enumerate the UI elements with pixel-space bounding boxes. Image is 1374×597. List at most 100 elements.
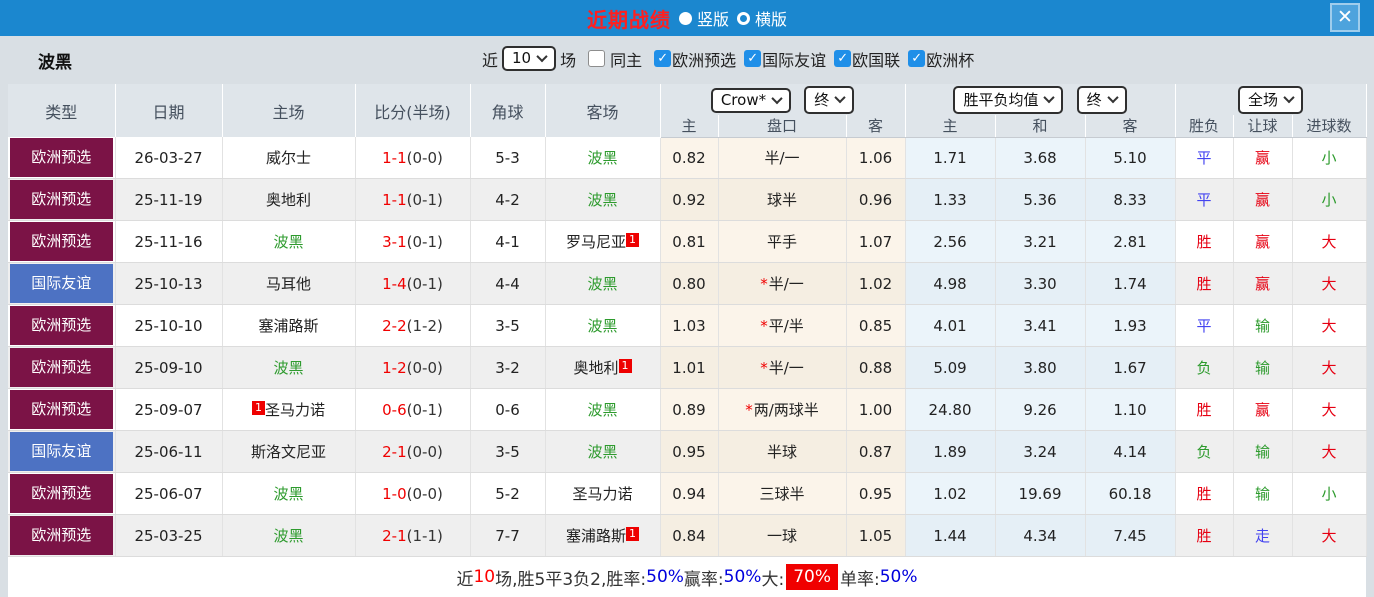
scope-select[interactable]: 全场 [1238, 85, 1304, 114]
match-type-pill: 国际友谊 [10, 432, 113, 471]
result-goals-label: 大 [1321, 401, 1337, 419]
competition-checkbox[interactable]: ✓ [908, 50, 926, 67]
team-label: 波黑 [587, 443, 618, 461]
ah-time-select[interactable]: 终 [804, 85, 855, 114]
chevron-down-icon [536, 50, 548, 63]
col-header-away: 客场 [545, 84, 661, 137]
result-goals-label: 大 [1321, 233, 1337, 251]
result-handicap-label: 赢 [1255, 275, 1271, 293]
summary-segment: 10 [473, 567, 496, 587]
cell-avg-win: 1.33 [905, 178, 996, 221]
cell-ah-away-odds: 1.02 [846, 262, 906, 305]
cell-result-goals: 大 [1292, 430, 1367, 473]
bookmaker-select[interactable]: Crow* [710, 87, 792, 113]
cell-ah-line: 一球 [718, 514, 847, 557]
cell-avg-draw: 19.69 [995, 472, 1086, 515]
live-star-icon: * [760, 317, 768, 335]
competition-checkboxes: ✓ 欧洲预选 ✓ 国际友谊 ✓ 欧国联 ✓ 欧洲杯 [646, 47, 974, 71]
result-handicap-label: 输 [1255, 485, 1271, 503]
competition-checkbox-label: 欧洲杯 [926, 50, 975, 70]
cell-match-type: 国际友谊 [8, 262, 116, 305]
layout-radio-horizontal[interactable]: 横版 [737, 6, 787, 30]
chevron-down-icon [1043, 91, 1056, 104]
cell-home-team: 塞浦路斯 [222, 304, 356, 347]
cell-ah-line: *平/半 [718, 304, 847, 347]
score-halftime: (0-1) [406, 190, 443, 209]
cell-date: 25-06-07 [115, 472, 223, 515]
layout-radio-vertical[interactable]: 竖版 [678, 6, 729, 30]
cell-ah-home-odds: 1.01 [660, 346, 719, 389]
cell-avg-draw: 9.26 [995, 388, 1086, 431]
same-home-checkbox[interactable] [588, 50, 606, 67]
match-type-pill: 欧洲预选 [10, 474, 113, 513]
cell-avg-win: 4.01 [905, 304, 996, 347]
result-handicap-label: 输 [1255, 443, 1271, 461]
team-label: 圣马力诺 [264, 401, 325, 419]
col-header-date: 日期 [115, 84, 223, 137]
cell-match-type: 国际友谊 [8, 430, 116, 473]
cell-score: 1-1(0-1) [355, 178, 471, 221]
cell-avg-lose: 2.81 [1085, 220, 1176, 263]
score-halftime: (0-0) [406, 484, 443, 503]
recent-count-select[interactable]: 10 [502, 46, 557, 71]
cell-result-goals: 大 [1292, 262, 1367, 305]
cell-corner: 3-5 [470, 304, 546, 347]
competition-checkbox[interactable]: ✓ [654, 50, 672, 67]
score-fulltime: 2-2 [382, 316, 407, 335]
cell-avg-draw: 5.36 [995, 178, 1086, 221]
cell-ah-home-odds: 0.82 [660, 137, 719, 179]
result-wdl-label: 胜 [1196, 275, 1212, 293]
cell-score: 0-6(0-1) [355, 388, 471, 431]
cell-avg-draw: 3.24 [995, 430, 1086, 473]
cell-result-handicap: 赢 [1233, 388, 1293, 431]
ah-time-select-value: 终 [814, 90, 830, 109]
cell-result-handicap: 输 [1233, 346, 1293, 389]
ah-line-label: 三球半 [759, 485, 805, 503]
subcol-avg-win: 主 [905, 115, 996, 138]
score-fulltime: 1-2 [382, 358, 407, 377]
close-icon[interactable]: ✕ [1330, 3, 1360, 32]
cell-ah-line: 三球半 [718, 472, 847, 515]
competition-checkbox[interactable]: ✓ [744, 50, 762, 67]
bookmaker-select-value: Crow* [720, 90, 767, 109]
cell-avg-draw: 3.30 [995, 262, 1086, 305]
cell-home-team: 威尔士 [222, 137, 356, 179]
cell-result-goals: 大 [1292, 514, 1367, 557]
cell-avg-lose: 5.10 [1085, 137, 1176, 179]
cell-corner: 3-2 [470, 346, 546, 389]
summary-segment: 50% [646, 567, 684, 587]
avg-odds-select[interactable]: 胜平负均值 [953, 85, 1064, 114]
result-goals-label: 小 [1321, 149, 1337, 168]
cell-ah-line: 半/一 [718, 137, 847, 179]
cell-score: 2-1(0-0) [355, 430, 471, 473]
cell-score: 2-1(1-1) [355, 514, 471, 557]
competition-checkbox[interactable]: ✓ [834, 50, 852, 67]
match-type-pill: 欧洲预选 [10, 306, 113, 345]
scope-select-value: 全场 [1248, 90, 1279, 109]
team-label: 奥地利 [265, 191, 311, 209]
avg-time-select[interactable]: 终 [1076, 85, 1127, 114]
cell-avg-draw: 3.68 [995, 137, 1086, 179]
radio-selected-icon[interactable] [678, 11, 692, 25]
team-label: 波黑 [587, 401, 618, 419]
cell-avg-win: 5.09 [905, 346, 996, 389]
cell-avg-draw: 4.34 [995, 514, 1086, 557]
radio-unselected-icon[interactable] [737, 11, 750, 25]
table-row: 欧洲预选 25-06-07 波黑 1-0(0-0) 5-2 圣马力诺 0.94 三球半 0.95… [8, 472, 1367, 515]
cell-ah-home-odds: 0.89 [660, 388, 719, 431]
score-fulltime: 1-1 [382, 148, 407, 167]
subcol-ah-away: 客 [846, 115, 906, 138]
cell-result-wdl: 胜 [1175, 220, 1234, 263]
score-halftime: (0-1) [406, 400, 443, 419]
score-fulltime: 1-4 [382, 274, 407, 293]
cell-avg-win: 1.44 [905, 514, 996, 557]
cell-score: 2-2(1-2) [355, 304, 471, 347]
radio-horizontal-label: 横版 [755, 10, 788, 29]
cell-ah-home-odds: 0.94 [660, 472, 719, 515]
team-label: 斯洛文尼亚 [250, 443, 326, 461]
cell-away-team: 波黑 [545, 304, 661, 347]
team-label: 波黑 [273, 527, 304, 545]
team-label: 圣马力诺 [572, 485, 633, 503]
score-fulltime: 3-1 [382, 232, 407, 251]
result-wdl-label: 平 [1196, 191, 1212, 209]
